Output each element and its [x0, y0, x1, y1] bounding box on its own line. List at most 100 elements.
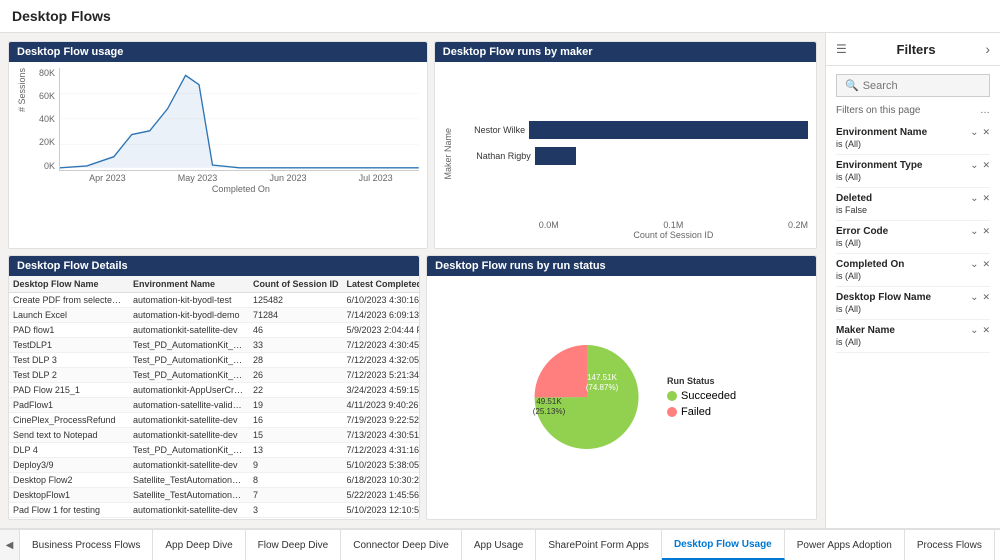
filter-item: Maker Name ⌄ ✕ is (All) — [836, 320, 990, 353]
legend-failed: Failed — [667, 406, 736, 418]
table-row: Send text to Notepadautomationkit-satell… — [9, 428, 419, 443]
filter-reset-icon[interactable]: ✕ — [982, 325, 990, 336]
filter-item: Deleted ⌄ ✕ is False — [836, 188, 990, 221]
tab-sharepoint-form-apps[interactable]: SharePoint Form Apps — [536, 530, 662, 560]
table-row: Test DLP 2Test_PD_AutomationKit_Satellit… — [9, 368, 419, 383]
filter-chevron-icon[interactable]: ⌄ — [970, 325, 978, 336]
dashboard: Desktop Flow usage # Sessions 80K 60K 40… — [0, 33, 825, 528]
filter-chevron-icon[interactable]: ⌄ — [970, 226, 978, 237]
page-title: Desktop Flows — [0, 0, 1000, 33]
usage-y-label: # Sessions — [17, 68, 27, 112]
table-row: PadFlow1automation-satellite-validation1… — [9, 398, 419, 413]
table-row: DesktopFlow1Satellite_TestAutomationKIT7… — [9, 488, 419, 503]
table-row: Pad Flow 1 for testingautomationkit-sate… — [9, 503, 419, 518]
legend-label-succeeded: Succeeded — [681, 390, 736, 402]
filter-chevron-icon[interactable]: ⌄ — [970, 127, 978, 138]
filter-item: Environment Type ⌄ ✕ is (All) — [836, 155, 990, 188]
filter-icon: ☰ — [836, 42, 847, 56]
usage-x-label: Completed On — [63, 184, 419, 194]
bottom-tabs: ◀ Business Process FlowsApp Deep DiveFlo… — [0, 528, 1000, 560]
maker-chart-card: Desktop Flow runs by maker Maker Name Ne… — [434, 41, 817, 249]
maker-bar-chart: Nestor Wilke Nathan Rigby — [455, 68, 808, 218]
status-chart-card: Desktop Flow runs by run status — [426, 255, 817, 520]
bar-fill-1 — [529, 121, 808, 139]
bar-row-1: Nestor Wilke — [455, 121, 808, 139]
filter-reset-icon[interactable]: ✕ — [982, 193, 990, 204]
pie-area: 147.51K (74.87%) 49.51K (25.13%) Run Sta… — [435, 282, 808, 511]
table-row: Launch Excelautomation-kit-byodl-demo712… — [9, 308, 419, 323]
filter-item: Completed On ⌄ ✕ is (All) — [836, 254, 990, 287]
pie-failed-label: (25.13%) — [533, 407, 566, 416]
bar-fill-2 — [535, 147, 576, 165]
search-box[interactable]: 🔍 — [836, 74, 990, 97]
maker-y-label: Maker Name — [443, 128, 453, 180]
table-row: Desktop Flow2Satellite_TestAutomationKIT… — [9, 473, 419, 488]
maker-x-title: Count of Session ID — [539, 230, 808, 240]
legend-dot-succeeded — [667, 391, 677, 401]
filter-items-container: Environment Name ⌄ ✕ is (All) Environmen… — [836, 122, 990, 353]
tab-power-apps-adoption[interactable]: Power Apps Adoption — [785, 530, 905, 560]
pie-failed — [535, 345, 587, 397]
tab-app-deep-dive[interactable]: App Deep Dive — [153, 530, 245, 560]
maker-chart-title: Desktop Flow runs by maker — [435, 42, 816, 62]
pie-succeeded-label: (74.87%) — [586, 383, 619, 392]
table-row: TestDLP1Test_PD_AutomationKit_Satellite3… — [9, 338, 419, 353]
pie-succeeded-pct-label: 147.51K — [587, 373, 617, 382]
filters-panel: ☰ Filters › 🔍 Filters on this page … Env… — [825, 33, 1000, 528]
table-scroll[interactable]: Desktop Flow Name Environment Name Count… — [9, 276, 419, 519]
filter-chevron-icon[interactable]: ⌄ — [970, 292, 978, 303]
search-input[interactable] — [863, 80, 981, 92]
status-chart-title: Desktop Flow runs by run status — [427, 256, 816, 276]
pie-failed-pct-label: 49.51K — [536, 397, 562, 406]
legend-label-failed: Failed — [681, 406, 711, 418]
tab-app-usage[interactable]: App Usage — [462, 530, 536, 560]
table-card: Desktop Flow Details Desktop Flow Name E… — [8, 255, 420, 520]
tab-desktop-flow-usage[interactable]: Desktop Flow Usage — [662, 530, 785, 560]
col-latest-completed: Latest Completed On — [343, 276, 420, 293]
run-status-legend-title: Run Status — [667, 376, 736, 386]
tab-connector-deep-dive[interactable]: Connector Deep Dive — [341, 530, 462, 560]
col-flow-name: Desktop Flow Name — [9, 276, 129, 293]
usage-chart-card: Desktop Flow usage # Sessions 80K 60K 40… — [8, 41, 428, 249]
filter-reset-icon[interactable]: ✕ — [982, 127, 990, 138]
table-header: Desktop Flow Name Environment Name Count… — [9, 276, 419, 293]
maker-x-axis: 0.0M 0.1M 0.2M — [539, 218, 808, 230]
legend-succeeded: Succeeded — [667, 390, 736, 402]
filters-on-page-section: Filters on this page … Environment Name … — [826, 105, 1000, 353]
table-body: Create PDF from selected PDF page(s) - C… — [9, 293, 419, 518]
maker-label-1: Nestor Wilke — [455, 125, 529, 135]
filter-reset-icon[interactable]: ✕ — [982, 259, 990, 270]
legend-dot-failed — [667, 407, 677, 417]
filter-item: Error Code ⌄ ✕ is (All) — [836, 221, 990, 254]
table-row: CinePlex_ProcessRefundautomationkit-sate… — [9, 413, 419, 428]
filters-on-page-title: Filters on this page … — [836, 105, 990, 116]
filter-reset-icon[interactable]: ✕ — [982, 226, 990, 237]
filter-chevron-icon[interactable]: ⌄ — [970, 193, 978, 204]
usage-chart-title: Desktop Flow usage — [9, 42, 427, 62]
bar-row-2: Nathan Rigby — [455, 147, 808, 165]
filter-chevron-icon[interactable]: ⌄ — [970, 160, 978, 171]
tab-flow-deep-dive[interactable]: Flow Deep Dive — [246, 530, 342, 560]
table-row: PAD flow1automationkit-satellite-dev465/… — [9, 323, 419, 338]
filter-item: Desktop Flow Name ⌄ ✕ is (All) — [836, 287, 990, 320]
table-row: Deploy3/9automationkit-satellite-dev95/1… — [9, 458, 419, 473]
col-session-count: Count of Session ID — [249, 276, 343, 293]
table-row: Create PDF from selected PDF page(s) - C… — [9, 293, 419, 308]
filter-reset-icon[interactable]: ✕ — [982, 292, 990, 303]
table-title: Desktop Flow Details — [9, 256, 419, 276]
usage-x-axis: Apr 2023 May 2023 Jun 2023 Jul 2023 — [63, 171, 419, 183]
maker-label-2: Nathan Rigby — [455, 151, 535, 161]
filter-item: Environment Name ⌄ ✕ is (All) — [836, 122, 990, 155]
usage-y-axis: 80K 60K 40K 20K 0K — [29, 68, 59, 171]
table-row: DLP 4Test_PD_AutomationKit_Satellite137/… — [9, 443, 419, 458]
tab-business-process-flows[interactable]: Business Process Flows — [20, 530, 153, 560]
tabs-nav-left[interactable]: ◀ — [0, 530, 20, 560]
filter-reset-icon[interactable]: ✕ — [982, 160, 990, 171]
col-env-name: Environment Name — [129, 276, 249, 293]
usage-chart-body — [59, 68, 419, 171]
pie-legend: Run Status Succeeded Failed — [667, 376, 736, 418]
search-icon: 🔍 — [845, 79, 859, 92]
filters-close-button[interactable]: › — [985, 41, 990, 57]
tab-process-flows[interactable]: Process Flows — [905, 530, 995, 560]
filter-chevron-icon[interactable]: ⌄ — [970, 259, 978, 270]
